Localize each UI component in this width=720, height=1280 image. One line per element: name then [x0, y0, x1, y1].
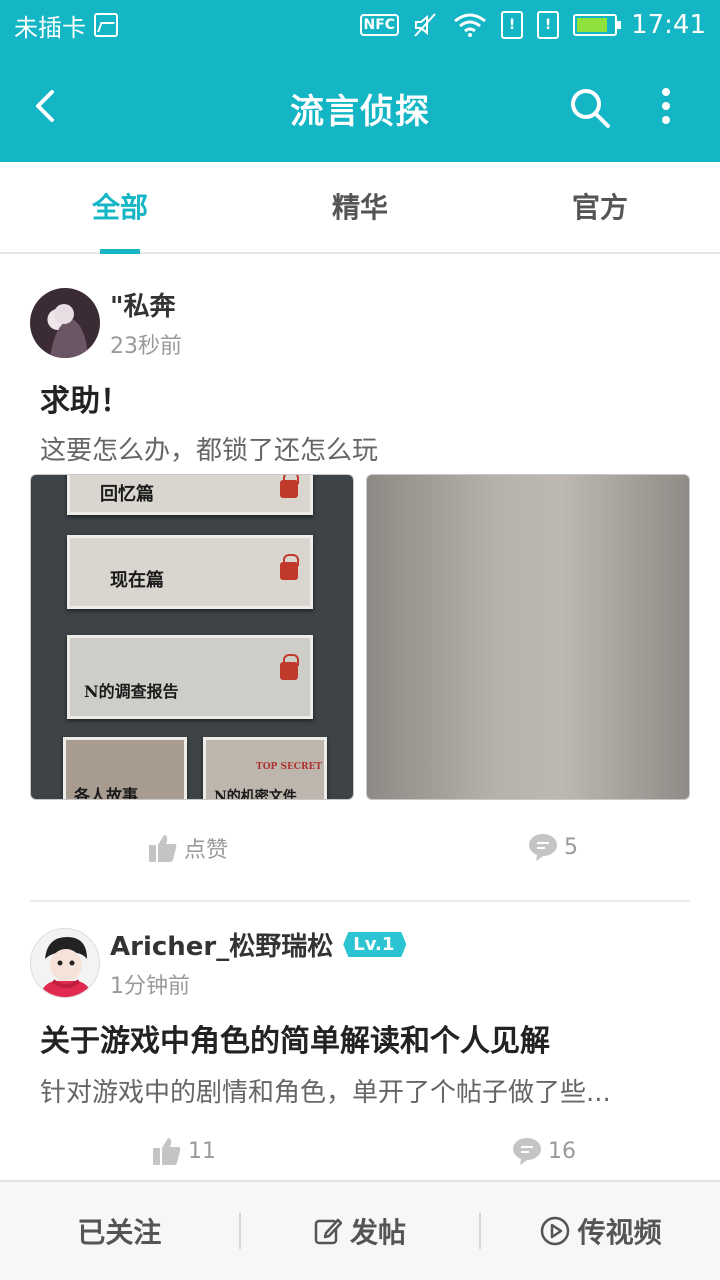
- more-options-icon[interactable]: [648, 84, 684, 128]
- app-bar: 流言侦探: [0, 50, 720, 162]
- post-images: 回忆篇 现在篇 N的调查报告 各人故事 TOP SECRET N的机密文件: [30, 474, 690, 800]
- image-card: 回忆篇: [67, 475, 313, 515]
- image-card-label: N的调查报告: [84, 682, 179, 701]
- like-label: 点赞: [184, 838, 229, 863]
- lock-icon: [280, 654, 299, 680]
- comment-icon: [513, 1138, 541, 1165]
- comment-button[interactable]: 16: [512, 1136, 576, 1166]
- play-circle-icon: [540, 1216, 569, 1246]
- post-image[interactable]: [366, 474, 690, 800]
- top-secret-stamp: TOP SECRET: [256, 762, 322, 772]
- thumbs-up-icon: [153, 1138, 181, 1165]
- wifi-icon: [454, 13, 486, 37]
- post-image[interactable]: 回忆篇 现在篇 N的调查报告 各人故事 TOP SECRET N的机密文件: [30, 474, 354, 800]
- tab-official[interactable]: 官方: [480, 162, 720, 252]
- battery-icon: [573, 14, 622, 36]
- level-badge: Lv.1: [343, 932, 407, 957]
- screenshot-icon: [94, 13, 118, 37]
- like-button[interactable]: 11: [152, 1136, 216, 1166]
- upload-video-button[interactable]: 传视频: [481, 1182, 720, 1280]
- tab-featured[interactable]: 精华: [240, 162, 480, 252]
- post-title[interactable]: 求助！: [40, 376, 130, 420]
- comment-count: 5: [564, 834, 578, 860]
- avatar[interactable]: [30, 928, 100, 998]
- post-author: Aricher_松野瑞松 Lv.1: [110, 926, 407, 963]
- thumbs-up-icon: [149, 835, 177, 862]
- sim2-icon: !: [537, 11, 560, 39]
- battery-fill: [577, 18, 608, 32]
- active-tab-indicator: [100, 249, 140, 254]
- sim1-icon: !: [501, 11, 524, 39]
- tab-all-label: 全部: [91, 191, 148, 224]
- comment-button[interactable]: 5: [528, 832, 578, 862]
- image-card: 现在篇: [67, 535, 313, 609]
- tab-official-label: 官方: [571, 191, 628, 224]
- image-card-label: 回忆篇: [100, 484, 154, 505]
- page-title: 流言侦探: [290, 92, 430, 132]
- search-icon[interactable]: [568, 86, 612, 130]
- edit-icon: [314, 1218, 342, 1245]
- new-post-button[interactable]: 发帖: [241, 1182, 480, 1280]
- author-name[interactable]: Aricher_松野瑞松: [110, 926, 333, 963]
- avatar-image: [39, 937, 93, 997]
- lock-icon: [280, 554, 299, 580]
- post-excerpt[interactable]: 这要怎么办，都锁了还怎么玩: [40, 430, 660, 467]
- author-name[interactable]: "私奔: [110, 286, 176, 323]
- image-card-label: 各人故事: [74, 786, 139, 800]
- image-card-label: 现在篇: [110, 570, 164, 591]
- avatar-image: [50, 304, 88, 358]
- image-card: TOP SECRET N的机密文件: [203, 737, 327, 800]
- new-post-label: 发帖: [350, 1216, 407, 1249]
- image-card: 各人故事: [63, 737, 187, 800]
- like-button[interactable]: 点赞: [148, 832, 228, 864]
- followed-label: 已关注: [77, 1216, 162, 1249]
- post-time: 23秒前: [110, 334, 182, 359]
- carrier-label: 未插卡: [14, 13, 86, 42]
- bottom-bar: 已关注 发帖 传视频: [0, 1180, 720, 1280]
- mute-icon: [414, 13, 436, 37]
- image-card: N的调查报告: [67, 635, 313, 719]
- lock-icon: [280, 475, 299, 498]
- clock: 17:41: [631, 10, 706, 40]
- post-actions: 11 16: [0, 1136, 720, 1176]
- comment-icon: [529, 834, 557, 861]
- like-count: 11: [188, 1138, 216, 1164]
- tab-featured-label: 精华: [331, 191, 388, 224]
- tab-all[interactable]: 全部: [0, 162, 240, 254]
- post-actions: 点赞 5: [0, 832, 720, 872]
- tab-bar: 全部 精华 官方: [0, 162, 720, 254]
- image-card-label: N的机密文件: [214, 789, 297, 800]
- upload-video-label: 传视频: [577, 1216, 662, 1249]
- nfc-icon: NFC: [359, 14, 400, 36]
- post-divider: [30, 900, 690, 902]
- status-bar: 未插卡 NFC ! ! 17:41: [0, 0, 720, 50]
- avatar[interactable]: [30, 288, 100, 358]
- post-author[interactable]: "私奔: [110, 286, 176, 323]
- post-time: 1分钟前: [110, 974, 190, 999]
- followed-button[interactable]: 已关注: [0, 1182, 239, 1280]
- post-excerpt[interactable]: 针对游戏中的剧情和角色，单开了个帖子做了些...: [40, 1072, 660, 1109]
- post-title[interactable]: 关于游戏中角色的简单解读和个人见解: [40, 1016, 550, 1060]
- comment-count: 16: [548, 1138, 576, 1164]
